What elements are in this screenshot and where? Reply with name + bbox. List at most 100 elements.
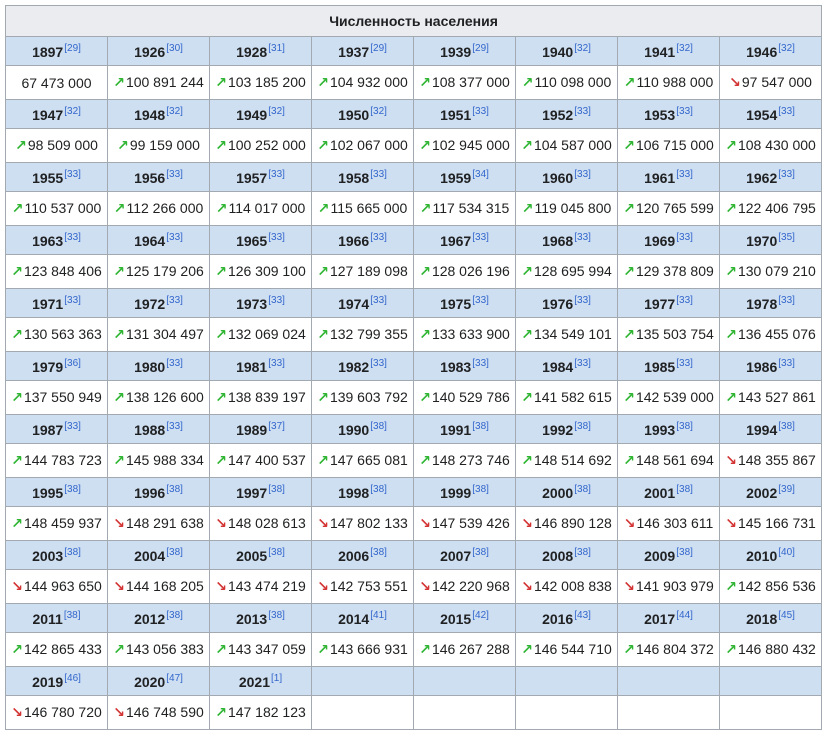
reference-link[interactable]: [46]: [64, 673, 81, 684]
reference-link[interactable]: [32]: [778, 43, 795, 54]
reference-link[interactable]: [38]: [166, 610, 183, 621]
reference-link[interactable]: [33]: [778, 169, 795, 180]
reference-link[interactable]: [32]: [166, 106, 183, 117]
reference-link[interactable]: [34]: [472, 169, 489, 180]
reference-link[interactable]: [33]: [676, 295, 693, 306]
reference-link[interactable]: [43]: [574, 610, 591, 621]
reference-link[interactable]: [33]: [64, 295, 81, 306]
reference-link[interactable]: [29]: [370, 43, 387, 54]
reference-link[interactable]: [40]: [778, 547, 795, 558]
year-cell: 2020[47]: [107, 666, 210, 696]
reference-link[interactable]: [30]: [166, 43, 183, 54]
reference-link[interactable]: [41]: [370, 610, 387, 621]
reference-link[interactable]: [42]: [472, 610, 489, 621]
reference-link[interactable]: [38]: [370, 547, 387, 558]
reference-link[interactable]: [38]: [64, 610, 81, 621]
reference-link[interactable]: [38]: [64, 547, 81, 558]
reference-link[interactable]: [29]: [472, 43, 489, 54]
reference-link[interactable]: [38]: [370, 484, 387, 495]
reference-link[interactable]: [33]: [166, 232, 183, 243]
reference-link[interactable]: [32]: [64, 106, 81, 117]
reference-link[interactable]: [32]: [676, 43, 693, 54]
reference-link[interactable]: [29]: [64, 43, 81, 54]
reference-link[interactable]: [33]: [676, 358, 693, 369]
reference-link[interactable]: [33]: [166, 421, 183, 432]
table-body: 1897[29] 1926[30] 1928[31] 1937[29] 1939[29]…: [5, 36, 823, 730]
reference-link[interactable]: [1]: [271, 673, 282, 684]
reference-link[interactable]: [33]: [472, 358, 489, 369]
reference-link[interactable]: [38]: [778, 421, 795, 432]
population-value: 131 304 497: [125, 326, 204, 342]
reference-link[interactable]: [33]: [370, 169, 387, 180]
up-trend-arrow-icon: ↗: [215, 452, 227, 468]
reference-link[interactable]: [33]: [268, 169, 285, 180]
reference-link[interactable]: [38]: [370, 421, 387, 432]
reference-link[interactable]: [33]: [268, 358, 285, 369]
reference-link[interactable]: [38]: [166, 547, 183, 558]
reference-link[interactable]: [33]: [370, 295, 387, 306]
reference-link[interactable]: [35]: [778, 232, 795, 243]
population-value: 148 273 746: [431, 452, 510, 468]
reference-link[interactable]: [33]: [370, 232, 387, 243]
reference-link[interactable]: [33]: [472, 106, 489, 117]
reference-link[interactable]: [47]: [166, 673, 183, 684]
reference-link[interactable]: [33]: [574, 106, 591, 117]
reference-link[interactable]: [33]: [676, 106, 693, 117]
reference-link[interactable]: [38]: [472, 547, 489, 558]
reference-link[interactable]: [33]: [676, 169, 693, 180]
reference-link[interactable]: [33]: [676, 232, 693, 243]
reference-link[interactable]: [33]: [64, 421, 81, 432]
reference-link[interactable]: [38]: [574, 547, 591, 558]
year-cell: 2019[46]: [5, 666, 108, 696]
reference-link[interactable]: [33]: [574, 232, 591, 243]
population-value: 133 633 900: [431, 326, 510, 342]
reference-link[interactable]: [31]: [268, 43, 285, 54]
reference-link[interactable]: [38]: [574, 484, 591, 495]
reference-link[interactable]: [38]: [676, 421, 693, 432]
reference-link[interactable]: [33]: [778, 106, 795, 117]
reference-link[interactable]: [32]: [370, 106, 387, 117]
reference-link[interactable]: [36]: [64, 358, 81, 369]
reference-link[interactable]: [38]: [268, 547, 285, 558]
year-label: 1999: [440, 484, 472, 501]
reference-link[interactable]: [33]: [268, 295, 285, 306]
reference-link[interactable]: [33]: [778, 358, 795, 369]
reference-link[interactable]: [37]: [268, 421, 285, 432]
reference-link[interactable]: [33]: [472, 295, 489, 306]
reference-link[interactable]: [38]: [268, 610, 285, 621]
reference-link[interactable]: [38]: [472, 484, 489, 495]
reference-link[interactable]: [33]: [166, 295, 183, 306]
reference-link[interactable]: [33]: [166, 169, 183, 180]
reference-link[interactable]: [33]: [64, 169, 81, 180]
year-cell: 1939[29]: [413, 36, 516, 66]
year-row: 1979[36] 1980[33] 1981[33] 1982[33] 1983[33]…: [5, 351, 823, 381]
reference-link[interactable]: [32]: [268, 106, 285, 117]
reference-link[interactable]: [33]: [778, 295, 795, 306]
reference-link[interactable]: [33]: [64, 232, 81, 243]
reference-link[interactable]: [33]: [268, 232, 285, 243]
reference-link[interactable]: [38]: [676, 547, 693, 558]
year-cell: 1984[33]: [515, 351, 618, 381]
down-trend-arrow-icon: ↘: [113, 704, 125, 720]
reference-link[interactable]: [38]: [472, 421, 489, 432]
reference-link[interactable]: [38]: [676, 484, 693, 495]
year-row: 2003[38] 2004[38] 2005[38] 2006[38] 2007[38]…: [5, 540, 823, 570]
reference-link[interactable]: [33]: [370, 358, 387, 369]
reference-link[interactable]: [38]: [166, 484, 183, 495]
reference-link[interactable]: [39]: [778, 484, 795, 495]
reference-link[interactable]: [33]: [472, 232, 489, 243]
reference-link[interactable]: [33]: [166, 358, 183, 369]
up-trend-arrow-icon: ↗: [215, 641, 227, 657]
reference-link[interactable]: [32]: [574, 43, 591, 54]
reference-link[interactable]: [45]: [778, 610, 795, 621]
population-value: 147 400 537: [227, 452, 306, 468]
down-trend-arrow-icon: ↘: [623, 578, 635, 594]
reference-link[interactable]: [44]: [676, 610, 693, 621]
reference-link[interactable]: [33]: [574, 295, 591, 306]
reference-link[interactable]: [38]: [574, 421, 591, 432]
reference-link[interactable]: [33]: [574, 358, 591, 369]
reference-link[interactable]: [33]: [574, 169, 591, 180]
year-cell: 1897[29]: [5, 36, 108, 66]
reference-link[interactable]: [38]: [268, 484, 285, 495]
reference-link[interactable]: [38]: [64, 484, 81, 495]
